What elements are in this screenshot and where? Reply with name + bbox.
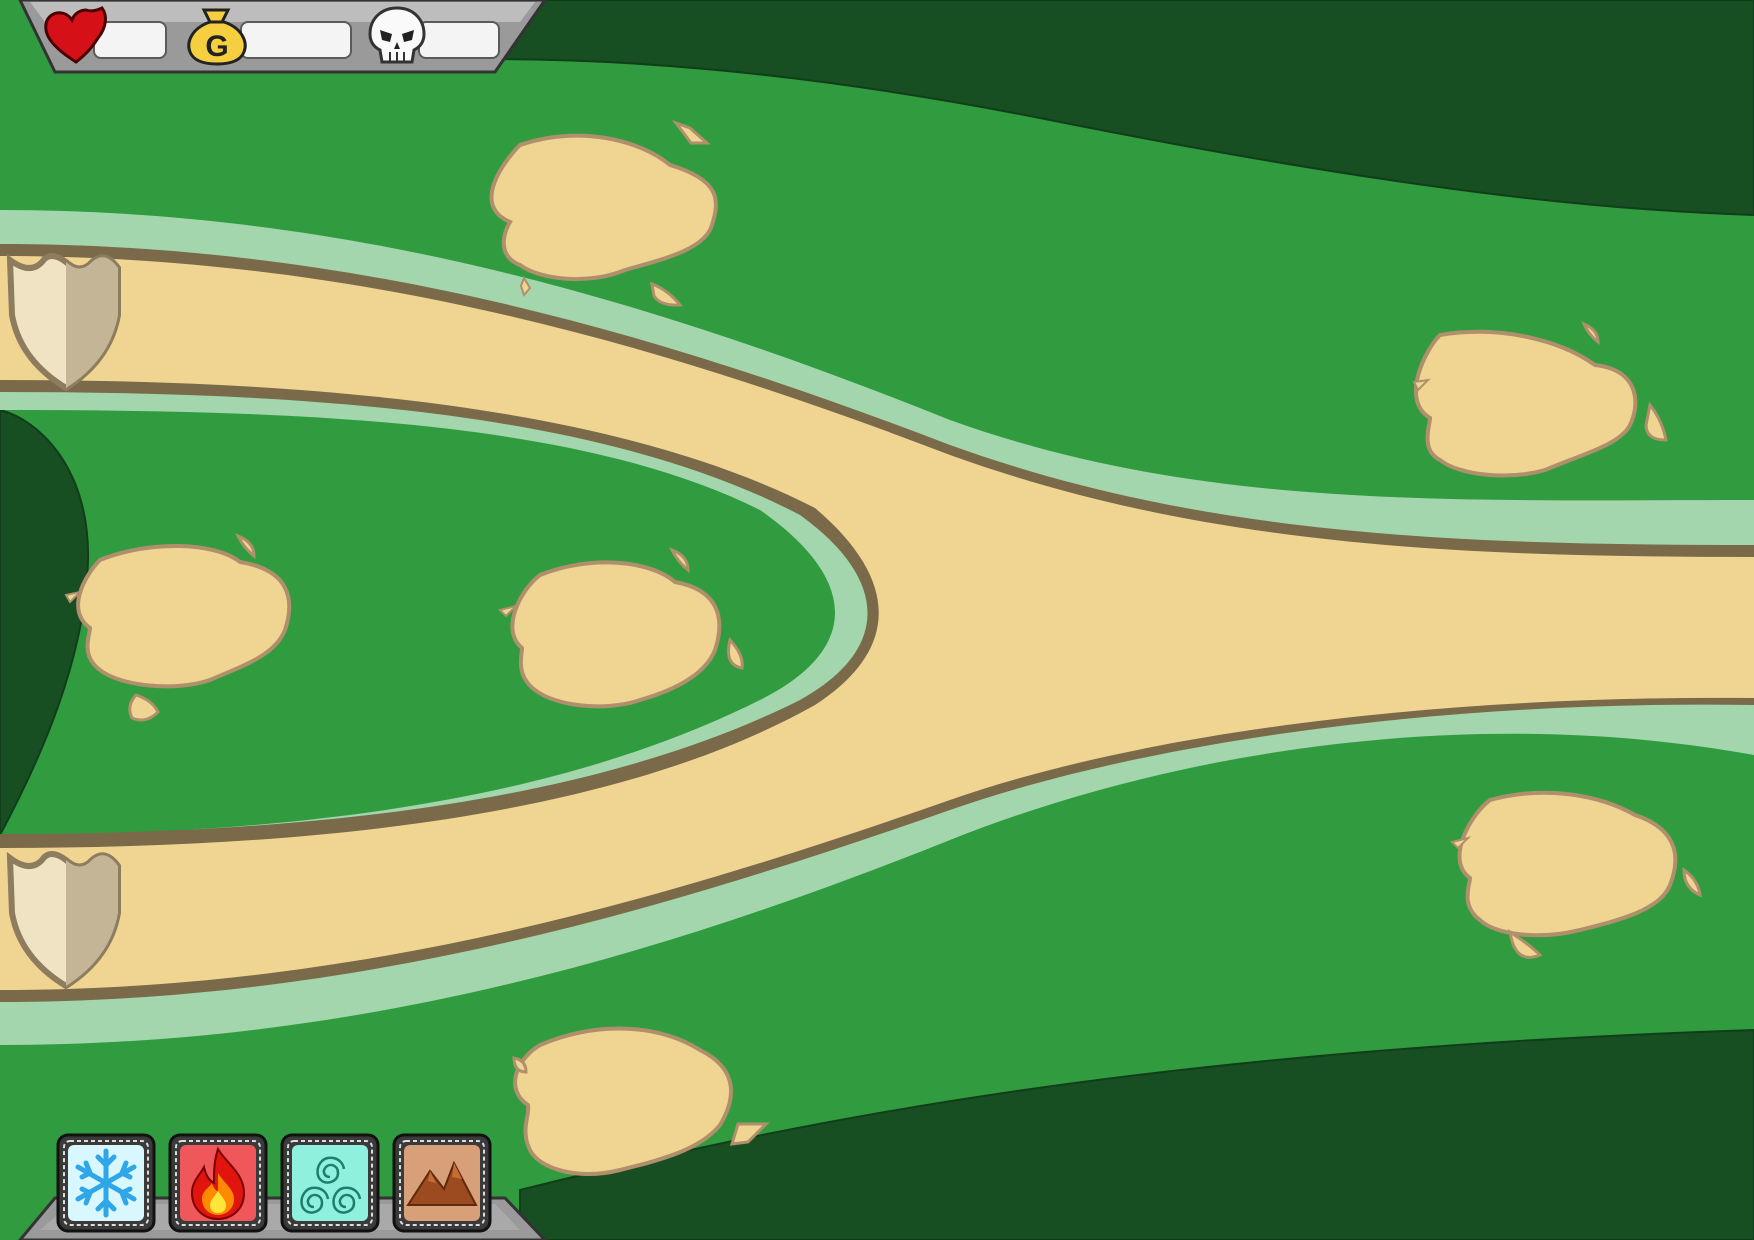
skull-icon [368,6,426,64]
fire-tower-button[interactable] [168,1133,268,1233]
gold-counter [240,21,352,59]
wind-tower-button[interactable] [280,1133,380,1233]
gold-bag-icon: G [187,8,247,66]
ice-tower-button[interactable] [56,1133,156,1233]
heart-icon [44,6,107,64]
earth-tower-button[interactable] [392,1133,492,1233]
game-map [0,0,1754,1240]
kills-counter [418,21,500,59]
gold-letter: G [205,30,228,63]
game-stage: G [0,0,1754,1240]
